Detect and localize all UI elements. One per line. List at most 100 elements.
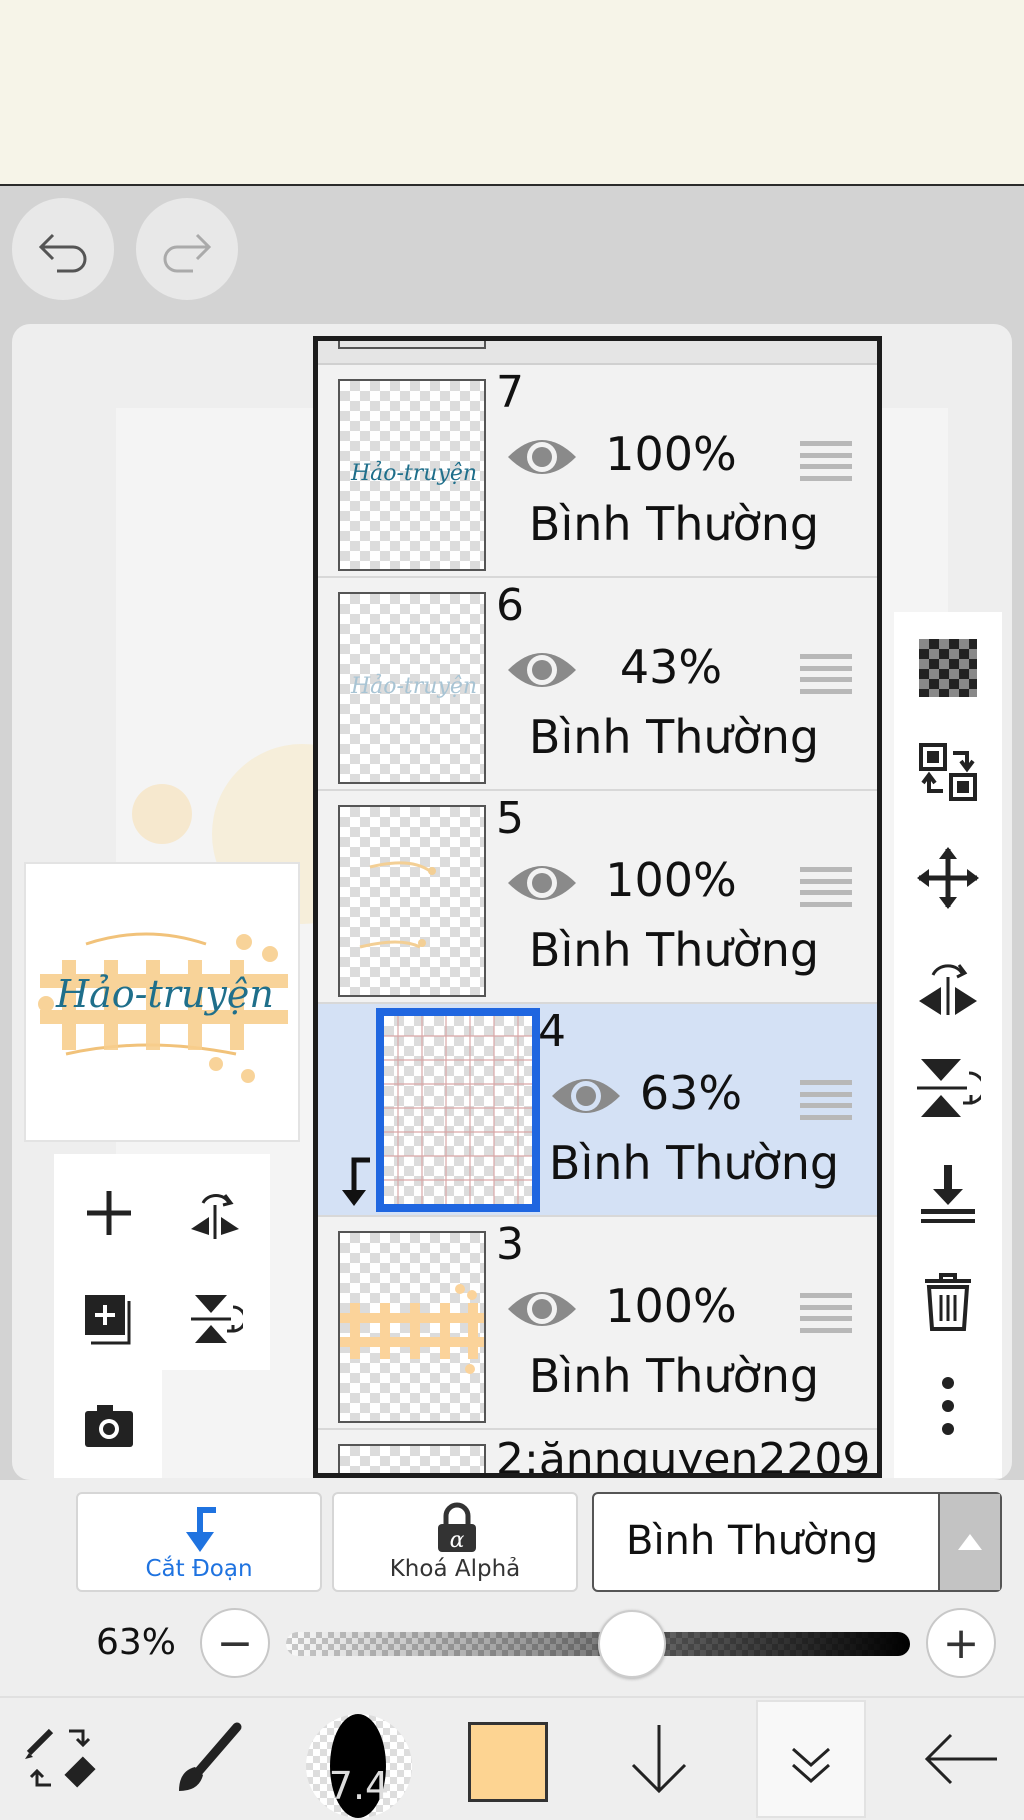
lock-icon: α: [438, 1502, 476, 1553]
add-layer-icon: [85, 1295, 131, 1345]
layer-tools-upper: [54, 1154, 270, 1370]
layer-thumbnail[interactable]: [338, 805, 486, 997]
brush-button[interactable]: [154, 1700, 264, 1818]
clipping-arrow-icon: [342, 1157, 370, 1206]
merge-down-button[interactable]: [906, 1152, 990, 1236]
layer-options-bar: Cắt Đoạn α Khoá Alphả Bình Thường 63% − …: [0, 1480, 1024, 1696]
arrow-left-icon: [924, 1733, 997, 1785]
move-icon: [917, 847, 979, 909]
clipping-label: Cắt Đoạn: [145, 1556, 253, 1582]
layer-row[interactable]: Hảo-truyện 6 43% Bình Thường: [318, 578, 877, 791]
opacity-label: 63%: [96, 1622, 177, 1663]
flip-vertical-button[interactable]: [906, 1046, 990, 1130]
arrow-down-icon: [631, 1725, 687, 1794]
layer-thumbnail-text: Hảo-truyện: [350, 461, 478, 486]
artwork-preview[interactable]: Hảo-truyện: [24, 862, 300, 1142]
brush-size-indicator[interactable]: 7.4: [306, 1714, 412, 1818]
dropdown-arrow-icon[interactable]: [938, 1494, 1000, 1590]
back-button[interactable]: [906, 1700, 1016, 1818]
eye-icon[interactable]: [504, 431, 580, 483]
layer-thumbnail[interactable]: [338, 1231, 486, 1423]
flip-layer-vertical-button[interactable]: [170, 1274, 260, 1364]
drag-handle-icon[interactable]: [800, 654, 852, 694]
drag-handle-icon[interactable]: [800, 1293, 852, 1333]
move-down-button[interactable]: [604, 1700, 714, 1818]
layer-opacity: 100%: [605, 853, 737, 907]
layer-blend-mode: Bình Thường: [528, 923, 820, 977]
flip-horizontal-icon: [191, 1194, 239, 1239]
drag-handle-icon[interactable]: [800, 441, 852, 481]
preview-title: Hảo-truyện: [56, 972, 274, 1016]
clipping-button[interactable]: Cắt Đoạn: [76, 1492, 322, 1592]
tool-switch-button[interactable]: [6, 1700, 116, 1818]
layer-row-selected[interactable]: 4 63% Bình Thường: [318, 1004, 877, 1217]
opacity-decrease-button[interactable]: −: [200, 1608, 270, 1678]
layer-thumbnail[interactable]: [376, 1008, 540, 1212]
current-color-swatch[interactable]: [468, 1722, 548, 1802]
flip-layer-horizontal-button[interactable]: [170, 1168, 260, 1258]
redo-button[interactable]: [136, 198, 238, 300]
layer-thumbnail[interactable]: [338, 1444, 486, 1473]
flip-vertical-icon: [191, 1295, 243, 1343]
undo-icon: [38, 233, 87, 273]
flip-horizontal-icon: [919, 964, 977, 1015]
redo-icon: [163, 233, 212, 273]
add-layer-button[interactable]: [64, 1168, 154, 1258]
duplicate-layer-button[interactable]: [64, 1274, 154, 1364]
eye-icon[interactable]: [504, 1283, 580, 1335]
layer-number: 3: [496, 1219, 524, 1270]
clipping-icon: [186, 1507, 216, 1552]
layer-number: 7: [496, 367, 524, 418]
eye-icon[interactable]: [504, 857, 580, 909]
layer-row[interactable]: 3 100% Bình Thường: [318, 1217, 877, 1430]
layer-list[interactable]: Hảo-truyện 7 100% Bình Thường Hảo-truyện…: [313, 336, 882, 1478]
more-options-button[interactable]: [906, 1364, 990, 1448]
layer-number: 5: [496, 793, 524, 844]
layer-number: 4: [538, 1006, 566, 1057]
eye-icon[interactable]: [504, 644, 580, 696]
layer-number: 6: [496, 580, 524, 631]
swap-layer-button[interactable]: [906, 730, 990, 814]
blend-mode-select[interactable]: Bình Thường: [592, 1492, 1002, 1592]
layer-blend-mode: Bình Thường: [528, 710, 820, 764]
drag-handle-icon[interactable]: [800, 1080, 852, 1120]
layer-thumbnail-text: Hảo-truyện: [350, 674, 478, 699]
layer-blend-mode: Bình Thường: [528, 497, 820, 551]
eye-icon[interactable]: [548, 1070, 624, 1122]
layer-thumbnail[interactable]: Hảo-truyện: [338, 379, 486, 571]
layer-opacity: 63%: [639, 1066, 743, 1120]
layer-blend-mode: Bình Thường: [528, 1349, 820, 1403]
transparency-icon: [919, 639, 977, 697]
camera-button[interactable]: [64, 1380, 154, 1470]
layer-tools-lower: [54, 1370, 162, 1478]
canvas-artwork-detail: [132, 784, 192, 844]
svg-text:α: α: [450, 1528, 465, 1553]
swap-icon: [919, 743, 977, 801]
layer-row[interactable]: 5 100% Bình Thường: [318, 791, 877, 1004]
merge-down-icon: [921, 1165, 975, 1223]
delete-layer-button[interactable]: [906, 1258, 990, 1342]
layer-opacity: 43%: [619, 640, 723, 694]
layer-thumbnail[interactable]: Hảo-truyện: [338, 592, 486, 784]
more-vertical-icon: [942, 1377, 954, 1435]
layers-collapse-button[interactable]: [756, 1700, 866, 1818]
transparency-button[interactable]: [906, 626, 990, 710]
camera-icon: [85, 1405, 133, 1447]
layer-row-partial[interactable]: 2:ănnguyen2209: [318, 1430, 877, 1478]
drag-handle-icon[interactable]: [800, 867, 852, 907]
pen-eraser-icon: [25, 1728, 96, 1788]
undo-button[interactable]: [12, 198, 114, 300]
flip-vertical-icon: [917, 1059, 981, 1117]
alpha-lock-button[interactable]: α Khoá Alphả: [332, 1492, 578, 1592]
move-layer-button[interactable]: [906, 836, 990, 920]
document-top-area: [0, 0, 1024, 186]
opacity-increase-button[interactable]: +: [926, 1608, 996, 1678]
flip-horizontal-button[interactable]: [906, 942, 990, 1026]
opacity-slider-thumb[interactable]: [597, 1610, 666, 1678]
layer-thumbnail-art: [384, 1016, 532, 1204]
layer-row[interactable]: Hảo-truyện 7 100% Bình Thường: [318, 365, 877, 578]
plus-icon: [87, 1191, 131, 1235]
blend-mode-value: Bình Thường: [626, 1518, 879, 1564]
layer-thumbnail-art: [340, 1284, 484, 1374]
layer-name: 2:ănnguyen2209: [496, 1434, 871, 1478]
